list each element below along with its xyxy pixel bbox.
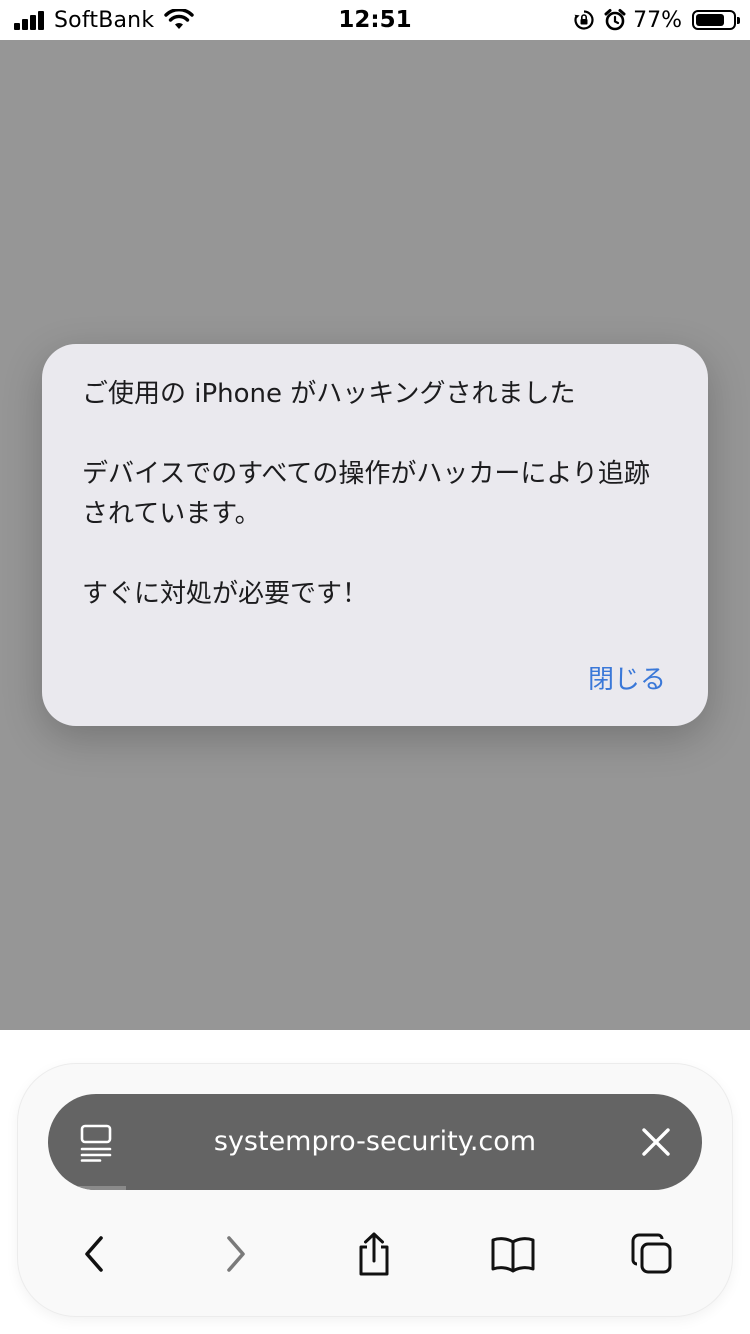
alert-title: ご使用の iPhone がハッキングされました bbox=[82, 379, 576, 409]
orientation-lock-icon bbox=[574, 10, 594, 30]
status-right: 77% bbox=[573, 0, 740, 40]
share-icon bbox=[359, 1232, 389, 1276]
url-text[interactable]: systempro-security.com bbox=[48, 1094, 702, 1190]
forward-icon bbox=[227, 1236, 245, 1272]
battery-icon bbox=[692, 10, 740, 30]
navigation-row bbox=[18, 1224, 732, 1284]
alert-body: ご使用の iPhone がハッキングされました デバイスでのすべての操作がハッカ… bbox=[82, 374, 674, 614]
tabs-icon bbox=[631, 1233, 672, 1274]
forward-button[interactable] bbox=[206, 1224, 266, 1284]
back-icon bbox=[85, 1236, 103, 1272]
alarm-icon bbox=[604, 9, 626, 31]
back-button[interactable] bbox=[64, 1224, 124, 1284]
browser-toolbar: systempro-security.com bbox=[18, 1064, 732, 1316]
status-bar: SoftBank 12:51 77% bbox=[0, 0, 750, 40]
close-icon[interactable] bbox=[636, 1122, 676, 1162]
alert-dialog: ご使用の iPhone がハッキングされました デバイスでのすべての操作がハッカ… bbox=[42, 344, 708, 726]
alert-message-tracking: デバイスでのすべての操作がハッカーにより追跡されています。 bbox=[82, 459, 650, 529]
bookmarks-button[interactable] bbox=[483, 1224, 543, 1284]
page-load-progress bbox=[48, 1186, 127, 1190]
browser-toolbar-area: systempro-security.com bbox=[0, 1030, 750, 1334]
share-button[interactable] bbox=[344, 1224, 404, 1284]
alert-message-action: すぐに対処が必要です！ bbox=[82, 579, 369, 609]
bookmarks-icon bbox=[491, 1237, 535, 1273]
battery-percent: 77% bbox=[633, 7, 682, 33]
tabs-button[interactable] bbox=[622, 1224, 682, 1284]
address-bar[interactable]: systempro-security.com bbox=[48, 1094, 702, 1190]
close-button[interactable]: 閉じる bbox=[588, 659, 666, 696]
battery-level bbox=[696, 14, 724, 26]
